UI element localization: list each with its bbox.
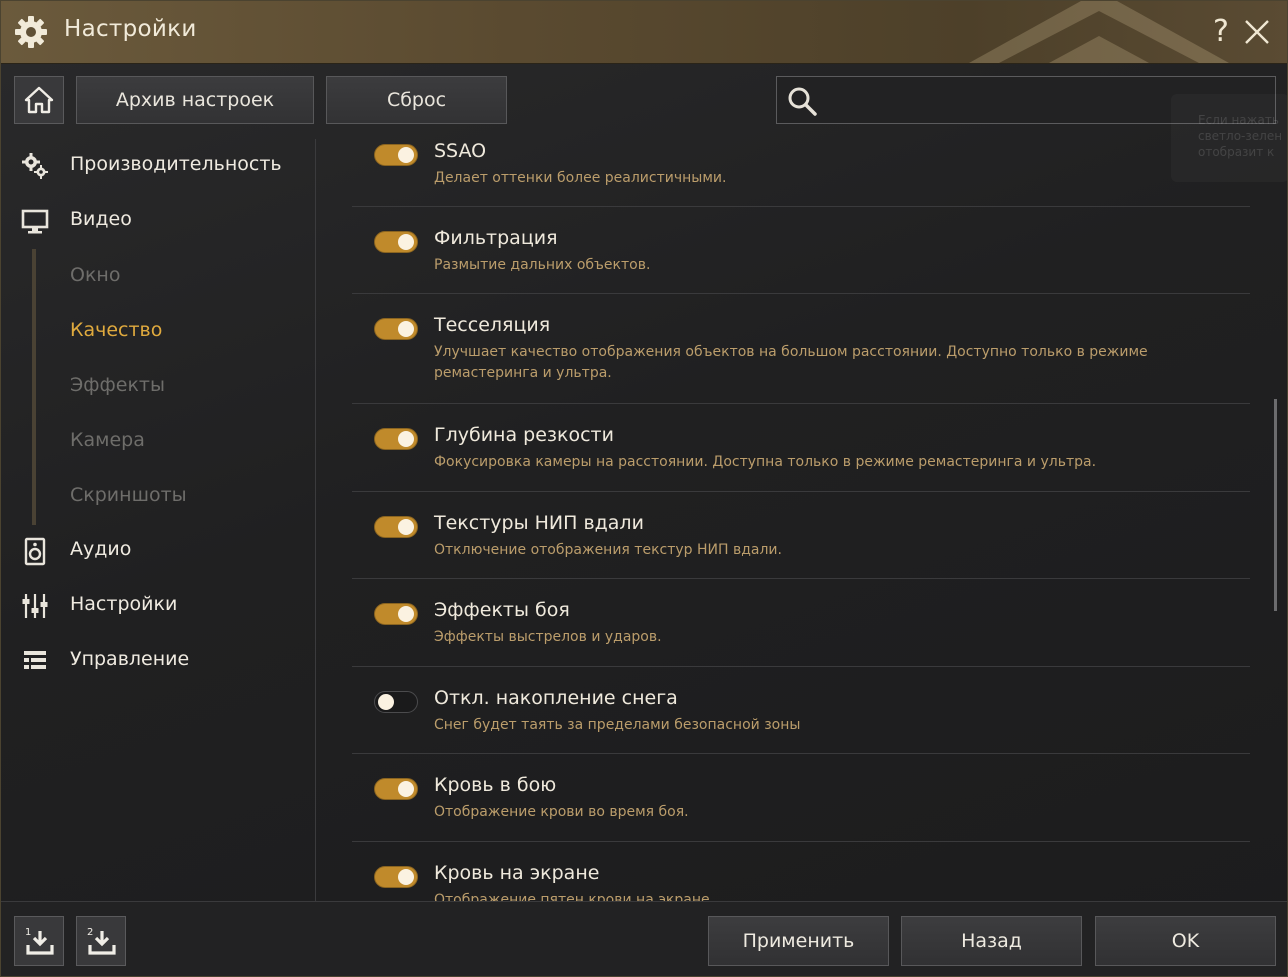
toggle-knob xyxy=(398,781,414,797)
option-title: Кровь на экране xyxy=(434,862,600,884)
option-row-snow-accumulation: Откл. накопление снега Снег будет таять … xyxy=(352,667,1250,754)
sidebar-item-audio[interactable]: Аудио xyxy=(1,528,315,572)
option-description: Отображение пятен крови на экране. xyxy=(434,892,715,901)
search-icon xyxy=(788,87,817,116)
sidebar-item-label: Настройки xyxy=(70,593,178,615)
sidebar-item-label: Управление xyxy=(70,648,190,670)
toggle-knob xyxy=(398,234,414,250)
option-row-blood-combat: Кровь в бою Отображение крови во время б… xyxy=(352,754,1250,842)
option-row-filtering: Фильтрация Размытие дальних объектов. xyxy=(352,206,1250,294)
list-icon xyxy=(24,651,46,669)
toggle-switch[interactable] xyxy=(374,318,418,340)
home-icon xyxy=(24,86,54,114)
toggle-switch[interactable] xyxy=(374,603,418,625)
download-slot-icon: 1 xyxy=(25,927,54,955)
option-title: Текстуры НИП вдали xyxy=(434,512,644,534)
option-title: Глубина резкости xyxy=(434,424,614,446)
settings-window: Настройки ? Архив настроек Сброс Если на… xyxy=(0,0,1288,977)
sidebar-subitem-screenshots[interactable]: Скриншоты xyxy=(70,484,187,506)
toggle-knob xyxy=(398,869,414,885)
bottom-bar: 1 2 Применить Назад OK xyxy=(1,901,1287,976)
option-title: Кровь в бою xyxy=(434,774,557,796)
sidebar-item-label: Видео xyxy=(70,208,132,230)
option-description: Отключение отображения текстур НИП вдали… xyxy=(434,542,782,558)
reset-button[interactable]: Сброс xyxy=(326,76,507,124)
sidebar-subitem-window[interactable]: Окно xyxy=(70,264,120,286)
option-row-ssao: SSAO Делает оттенки более реалистичными. xyxy=(352,139,1250,207)
submenu-line xyxy=(32,249,36,525)
ok-button[interactable]: OK xyxy=(1095,916,1276,966)
save-slot-1-button[interactable]: 1 xyxy=(14,916,64,966)
slot-number: 2 xyxy=(87,927,93,938)
option-description: Отображение крови во время боя. xyxy=(434,804,689,820)
gears-icon xyxy=(22,153,48,179)
option-title: SSAO xyxy=(434,140,487,162)
option-title: Тесселяция xyxy=(434,314,551,336)
back-button[interactable]: Назад xyxy=(901,916,1082,966)
sidebar-item-video[interactable]: Видео xyxy=(1,198,315,242)
save-slot-2-button[interactable]: 2 xyxy=(76,916,126,966)
gear-icon xyxy=(15,16,47,48)
option-description: Делает оттенки более реалистичными. xyxy=(434,170,727,186)
close-icon[interactable] xyxy=(1242,17,1272,47)
apply-button[interactable]: Применить xyxy=(708,916,889,966)
option-row-combat-effects: Эффекты боя Эффекты выстрелов и ударов. xyxy=(352,579,1250,667)
scrollbar-thumb[interactable] xyxy=(1274,399,1277,611)
options-list: SSAO Делает оттенки более реалистичными.… xyxy=(316,139,1276,901)
toggle-switch[interactable] xyxy=(374,778,418,800)
sidebar-subitem-quality[interactable]: Качество xyxy=(70,319,162,341)
option-description: Фокусировка камеры на расстоянии. Доступ… xyxy=(434,454,1097,470)
option-title: Эффекты боя xyxy=(434,599,570,621)
toggle-switch[interactable] xyxy=(374,428,418,450)
option-row-tessellation: Тесселяция Улучшает качество отображения… xyxy=(352,294,1250,404)
toggle-knob xyxy=(398,431,414,447)
speaker-icon xyxy=(24,537,46,566)
option-description: Размытие дальних объектов. xyxy=(434,257,651,273)
option-description: Улучшает качество отображения объектов н… xyxy=(434,344,1148,381)
title-bar: Настройки ? xyxy=(1,1,1287,64)
settings-archive-button[interactable]: Архив настроек xyxy=(76,76,314,124)
sliders-icon xyxy=(22,594,48,618)
toggle-switch[interactable] xyxy=(374,144,418,166)
toggle-knob xyxy=(398,606,414,622)
sidebar-item-label: Аудио xyxy=(70,538,132,560)
sidebar-item-settings[interactable]: Настройки xyxy=(1,583,315,627)
toggle-switch[interactable] xyxy=(374,516,418,538)
sidebar-subitem-effects[interactable]: Эффекты xyxy=(70,374,165,396)
monitor-icon xyxy=(21,209,49,234)
sidebar-item-performance[interactable]: Производительность xyxy=(1,143,315,187)
option-row-blood-screen: Кровь на экране Отображение пятен крови … xyxy=(352,842,1250,901)
download-slot-icon: 2 xyxy=(87,927,116,955)
toggle-switch[interactable] xyxy=(374,231,418,253)
option-description: Снег будет таять за пределами безопасной… xyxy=(434,717,801,733)
toggle-knob xyxy=(398,147,414,163)
toggle-switch[interactable] xyxy=(374,866,418,888)
option-row-depth-of-field: Глубина резкости Фокусировка камеры на р… xyxy=(352,404,1250,492)
option-title: Фильтрация xyxy=(434,227,558,249)
toggle-knob xyxy=(378,694,394,710)
sidebar-subitem-camera[interactable]: Камера xyxy=(70,429,145,451)
sidebar-item-label: Производительность xyxy=(70,153,282,175)
option-description: Эффекты выстрелов и ударов. xyxy=(434,629,662,645)
sidebar: Производительность Видео Окно Качество Э… xyxy=(1,139,316,901)
home-button[interactable] xyxy=(14,76,64,124)
slot-number: 1 xyxy=(25,927,31,938)
title-decoration xyxy=(969,1,1229,63)
toggle-knob xyxy=(398,321,414,337)
sidebar-item-controls[interactable]: Управление xyxy=(1,638,315,682)
toggle-switch[interactable] xyxy=(374,691,418,713)
option-title: Откл. накопление снега xyxy=(434,687,678,709)
window-title: Настройки xyxy=(64,16,197,42)
option-row-npc-textures: Текстуры НИП вдали Отключение отображени… xyxy=(352,492,1250,579)
help-button[interactable]: ? xyxy=(1208,13,1234,51)
toggle-knob xyxy=(398,519,414,535)
